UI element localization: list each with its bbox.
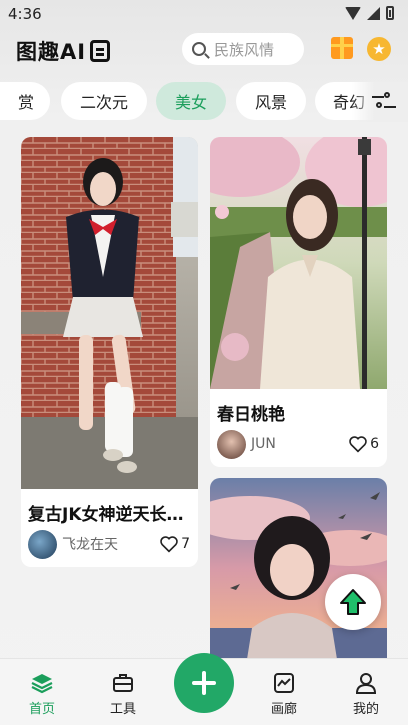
- author-name[interactable]: 飞龙在天: [62, 534, 159, 554]
- nav-tools[interactable]: 工具: [93, 671, 153, 717]
- like-count: 7: [181, 536, 190, 552]
- wifi-icon: [345, 6, 361, 20]
- app-logo: 图趣AI: [16, 36, 111, 66]
- create-button[interactable]: [174, 653, 234, 713]
- search-input[interactable]: 民族风情: [182, 33, 304, 65]
- tab-label: 赏: [17, 93, 34, 112]
- chart-frame-icon: [274, 673, 294, 693]
- artwork-image: [21, 137, 198, 489]
- toolbox-icon: [113, 674, 133, 692]
- nav-home[interactable]: 首页: [12, 671, 72, 717]
- like-button[interactable]: 6: [348, 435, 379, 453]
- avatar[interactable]: [28, 529, 57, 559]
- scroll-top-button[interactable]: [325, 574, 381, 630]
- card-meta: 飞龙在天 7: [28, 529, 190, 559]
- tab-label: 二次元: [79, 93, 128, 112]
- app-header: 图趣AI 民族风情 ★: [0, 32, 408, 68]
- status-time: 4:36: [8, 5, 42, 23]
- tab-scenery[interactable]: 风景: [236, 82, 306, 120]
- tab-anime[interactable]: 二次元: [61, 82, 147, 120]
- user-icon: [355, 673, 377, 694]
- nav-label: 画廊: [270, 702, 297, 717]
- gift-icon[interactable]: [331, 37, 353, 59]
- bottom-nav: 首页 工具 画廊 我的: [0, 653, 408, 725]
- heart-icon: [160, 536, 178, 553]
- nav-mine[interactable]: 我的: [336, 671, 396, 717]
- status-bar: 4:36: [0, 0, 408, 28]
- nav-label: 工具: [109, 702, 136, 717]
- tab-appreciation[interactable]: 赏: [0, 82, 50, 120]
- plus-icon: [192, 671, 216, 695]
- nav-gallery[interactable]: 画廊: [254, 671, 314, 717]
- like-count: 6: [370, 436, 379, 452]
- logo-mark-icon: [90, 40, 111, 62]
- signal-icon: [367, 6, 380, 20]
- arrow-up-icon: [340, 589, 366, 615]
- nav-label: 我的: [352, 702, 379, 717]
- card-meta: JUN 6: [217, 429, 379, 459]
- card-title: 复古JK女神逆天长…: [28, 505, 184, 525]
- nav-label: 首页: [28, 702, 55, 717]
- search-icon: [192, 42, 206, 56]
- status-icons: [345, 6, 394, 20]
- tab-label: 美女: [174, 93, 207, 112]
- artwork-card[interactable]: 复古JK女神逆天长… 飞龙在天 7: [21, 137, 198, 567]
- filter-icon[interactable]: [372, 91, 396, 113]
- tab-label: 风景: [254, 93, 287, 112]
- layers-icon: [31, 674, 53, 694]
- category-tabs: 赏 二次元 美女 风景 奇幻: [0, 82, 408, 122]
- tab-beauty[interactable]: 美女: [156, 82, 226, 120]
- author-name[interactable]: JUN: [251, 436, 348, 452]
- like-button[interactable]: 7: [159, 535, 190, 553]
- star-icon[interactable]: ★: [367, 37, 391, 61]
- battery-icon: [386, 6, 394, 20]
- logo-text: 图趣AI: [16, 40, 87, 64]
- artwork-card[interactable]: 春日桃艳 JUN 6: [210, 137, 387, 467]
- card-title: 春日桃艳: [217, 405, 285, 425]
- avatar[interactable]: [217, 429, 246, 459]
- search-placeholder: 民族风情: [214, 40, 275, 59]
- heart-icon: [349, 436, 367, 453]
- artwork-image: [210, 137, 387, 389]
